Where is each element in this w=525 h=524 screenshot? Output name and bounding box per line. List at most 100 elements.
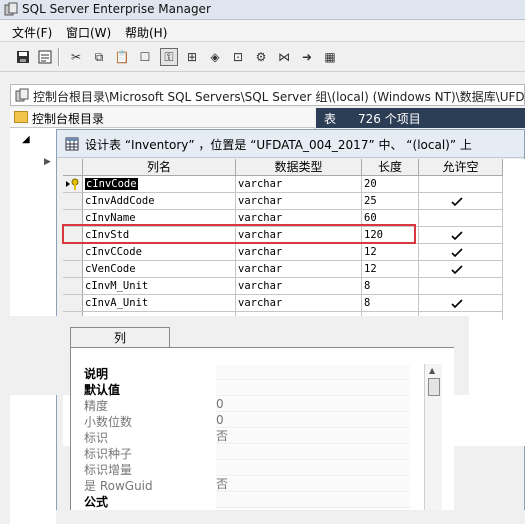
cell-allow-null[interactable] <box>419 176 503 193</box>
dialog-titlebar: 设计表 “Inventory” ，位置是 “UFDATA_004_2017” 中… <box>57 130 524 158</box>
row-selector[interactable] <box>63 295 83 312</box>
cell-length[interactable]: 8 <box>362 295 419 312</box>
save-icon[interactable] <box>14 48 32 66</box>
menu-file[interactable]: 文件(F) <box>12 24 52 41</box>
cut-icon[interactable]: ✂ <box>67 48 85 66</box>
paste-icon[interactable]: 📋 <box>113 48 131 66</box>
tree-header[interactable]: 控制台根目录 <box>10 108 315 128</box>
expand-arrow-icon[interactable]: ◢ <box>22 134 30 145</box>
cell-column-name[interactable]: cInvM_Unit <box>83 278 236 295</box>
row-selector[interactable] <box>63 244 83 261</box>
grid-icon[interactable]: ▦ <box>321 48 339 66</box>
app-title: SQL Server Enterprise Manager <box>22 2 211 16</box>
cell-data-type[interactable]: varchar <box>236 261 362 278</box>
column-header-length[interactable]: 长度 <box>362 159 419 176</box>
table-row[interactable]: cInvA_Unit varchar 8 <box>63 295 525 312</box>
index-icon[interactable]: ◈ <box>206 48 224 66</box>
copy-icon[interactable]: ⧉ <box>90 48 108 66</box>
cell-column-name[interactable]: cInvCode <box>83 176 236 193</box>
row-selector[interactable] <box>63 261 83 278</box>
cell-column-name[interactable]: cInvCCode <box>83 244 236 261</box>
prop-value-identity-seed <box>216 445 410 460</box>
cell-length[interactable]: 8 <box>362 278 419 295</box>
cell-data-type[interactable]: varchar <box>236 295 362 312</box>
cell-allow-null[interactable] <box>419 244 503 261</box>
cell-data-type[interactable]: varchar <box>236 278 362 295</box>
table-row[interactable]: cInvM_Unit varchar 8 <box>63 278 525 295</box>
properties-icon[interactable] <box>36 48 54 66</box>
dialog-bottom-strip <box>56 510 525 524</box>
prop-value-identity-increment <box>216 461 410 476</box>
cell-column-name[interactable]: cVenCode <box>83 261 236 278</box>
row-selector[interactable] <box>63 193 83 210</box>
list-type-label: 表 <box>324 112 337 126</box>
prop-value-precision: 0 <box>216 397 410 412</box>
prop-label-rowguid: 是 RowGuid <box>84 479 153 493</box>
checkmark-icon <box>451 231 463 241</box>
check-icon[interactable]: ☐ <box>136 48 154 66</box>
table-row[interactable]: cVenCode varchar 12 <box>63 261 525 278</box>
cell-length[interactable]: 25 <box>362 193 419 210</box>
table-row[interactable]: cInvCCode varchar 12 <box>63 244 525 261</box>
cell-allow-null[interactable] <box>419 261 503 278</box>
cell-allow-null[interactable] <box>419 193 503 210</box>
cell-column-name[interactable]: cInvAddCode <box>83 193 236 210</box>
prop-value-scale: 0 <box>216 413 410 428</box>
prop-label-scale: 小数位数 <box>84 415 133 429</box>
column-header-type[interactable]: 数据类型 <box>236 159 362 176</box>
folder-icon <box>14 111 28 123</box>
arrow-icon[interactable]: ➜ <box>298 48 316 66</box>
highlight-box <box>62 224 416 244</box>
prop-label-identity: 标识 <box>84 431 109 445</box>
row-selector[interactable] <box>63 278 83 295</box>
prop-value-formula[interactable] <box>216 493 410 508</box>
cell-allow-null[interactable] <box>419 227 503 244</box>
check-constraint-icon[interactable]: ⊡ <box>229 48 247 66</box>
tab-columns[interactable]: 列 <box>70 327 170 347</box>
primary-key-icon <box>66 178 79 190</box>
cell-column-name[interactable]: cInvA_Unit <box>83 295 236 312</box>
cell-allow-null[interactable] <box>419 295 503 312</box>
menu-window[interactable]: 窗口(W) <box>66 24 111 41</box>
cell-allow-null[interactable] <box>419 278 503 295</box>
checkmark-icon <box>451 299 463 309</box>
row-selector[interactable] <box>63 176 83 193</box>
prop-label-precision: 精度 <box>84 399 109 413</box>
table-row[interactable]: cInvCode varchar 20 <box>63 176 525 193</box>
triggers-icon[interactable]: ⚙ <box>252 48 270 66</box>
properties-scrollbar[interactable]: ▲ <box>424 364 442 524</box>
cell-data-type[interactable]: varchar <box>236 176 362 193</box>
checkmark-icon <box>451 197 463 207</box>
key-icon[interactable]: ⚿ <box>160 48 178 66</box>
scroll-up-icon[interactable]: ▲ <box>429 366 435 375</box>
cell-data-type[interactable]: varchar <box>236 193 362 210</box>
column-header-name[interactable]: 列名 <box>83 159 236 176</box>
path-text: 控制台根目录\Microsoft SQL Servers\SQL Server … <box>33 90 525 104</box>
cell-data-type[interactable]: varchar <box>236 244 362 261</box>
dialog-title: 设计表 “Inventory” ，位置是 “UFDATA_004_2017” 中… <box>85 138 472 152</box>
list-header: 表 726 个项目 <box>316 108 525 128</box>
prop-label-identity-increment: 标识增量 <box>84 463 133 477</box>
toolbar: ✂ ⧉ 📋 ☐ ⚿ ⊞ ◈ ⊡ ⚙ ⋈ ➜ ▦ <box>0 42 525 72</box>
prop-label-default: 默认值 <box>84 383 121 397</box>
window-titlebar: SQL Server Enterprise Manager <box>0 0 525 20</box>
prop-value-description[interactable] <box>216 365 410 380</box>
prop-value-default[interactable] <box>216 381 410 396</box>
menu-help[interactable]: 帮助(H) <box>125 24 167 41</box>
item-count: 726 个项目 <box>358 112 421 126</box>
collapse-arrow-icon[interactable]: ▶ <box>44 157 51 167</box>
cell-length[interactable]: 12 <box>362 244 419 261</box>
menu-bar: 文件(F) 窗口(W) 帮助(H) <box>0 20 525 42</box>
column-header-nullable[interactable]: 允许空 <box>419 159 503 176</box>
cell-allow-null[interactable] <box>419 210 503 227</box>
checkmark-icon <box>451 265 463 275</box>
table-relations-icon[interactable]: ⊞ <box>183 48 201 66</box>
cell-length[interactable]: 12 <box>362 261 419 278</box>
prop-label-description: 说明 <box>84 367 109 381</box>
table-row[interactable]: cInvAddCode varchar 25 <box>63 193 525 210</box>
scroll-thumb[interactable] <box>428 378 440 396</box>
tree-icon[interactable]: ⋈ <box>275 48 293 66</box>
checkmark-icon <box>451 248 463 258</box>
cell-length[interactable]: 20 <box>362 176 419 193</box>
tree-root-label: 控制台根目录 <box>32 112 105 126</box>
